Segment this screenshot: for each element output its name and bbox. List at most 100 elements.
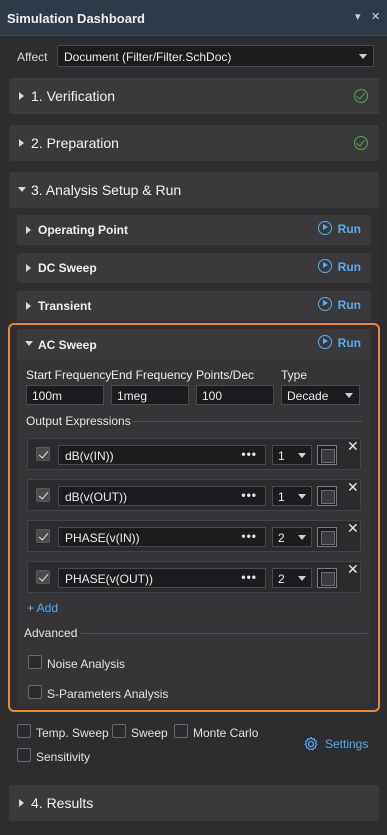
output-expressions-label: Output Expressions bbox=[26, 414, 131, 428]
analysis-dc-sweep[interactable]: DC Sweep Run bbox=[17, 253, 371, 283]
monte-carlo-label: Monte Carlo bbox=[193, 726, 259, 740]
expression-enable-checkbox[interactable] bbox=[36, 529, 50, 543]
more-icon[interactable]: ••• bbox=[241, 488, 257, 502]
expand-icon bbox=[19, 92, 24, 100]
remove-expression-icon[interactable]: ✕ bbox=[347, 520, 359, 537]
color-swatch[interactable] bbox=[317, 527, 337, 547]
analysis-title: DC Sweep bbox=[38, 261, 97, 275]
remove-expression-icon[interactable]: ✕ bbox=[347, 438, 359, 455]
affect-select[interactable]: Document (Filter/Filter.SchDoc) bbox=[57, 45, 374, 67]
run-button[interactable]: Run bbox=[317, 297, 361, 312]
plot-number-select[interactable]: 2 bbox=[272, 527, 312, 547]
analysis-title: Operating Point bbox=[38, 223, 128, 237]
play-icon bbox=[317, 335, 332, 349]
run-button[interactable]: Run bbox=[317, 259, 361, 274]
advanced-label: Advanced bbox=[24, 626, 78, 640]
plot-number: 2 bbox=[278, 572, 285, 586]
run-button[interactable]: Run bbox=[317, 221, 361, 236]
analysis-title: AC Sweep bbox=[38, 338, 97, 352]
chevron-down-icon bbox=[298, 535, 306, 540]
section-results[interactable]: 4. Results bbox=[9, 785, 379, 821]
analysis-operating-point[interactable]: Operating Point Run bbox=[17, 215, 371, 245]
expression-text: PHASE(v(IN)) bbox=[65, 531, 140, 545]
analysis-transient[interactable]: Transient Run bbox=[17, 291, 371, 321]
plot-number-select[interactable]: 2 bbox=[272, 568, 312, 588]
expression-row: dB(v(IN)) ••• 1 bbox=[27, 438, 361, 470]
expression-enable-checkbox[interactable] bbox=[36, 447, 50, 461]
run-button[interactable]: Run bbox=[317, 335, 361, 350]
expand-icon bbox=[19, 799, 24, 807]
run-label: Run bbox=[337, 222, 361, 236]
collapse-icon bbox=[18, 187, 26, 192]
chevron-down-icon bbox=[298, 453, 306, 458]
pin-dropdown-icon[interactable]: ▾ bbox=[355, 10, 361, 23]
expand-icon bbox=[26, 302, 31, 310]
section-preparation[interactable]: 2. Preparation bbox=[9, 125, 379, 161]
noise-analysis-label: Noise Analysis bbox=[47, 657, 126, 671]
play-icon bbox=[317, 297, 332, 311]
color-swatch[interactable] bbox=[317, 445, 337, 465]
collapse-icon bbox=[25, 341, 33, 346]
more-icon[interactable]: ••• bbox=[241, 529, 257, 543]
noise-analysis-checkbox[interactable] bbox=[28, 655, 42, 669]
remove-expression-icon[interactable]: ✕ bbox=[347, 479, 359, 496]
section-verification[interactable]: 1. Verification bbox=[9, 78, 379, 114]
divider bbox=[132, 421, 362, 422]
affect-label: Affect bbox=[17, 50, 48, 64]
end-frequency-input[interactable]: 1meg bbox=[111, 385, 189, 405]
sweep-label: Sweep bbox=[131, 726, 168, 740]
expression-input[interactable]: dB(v(IN)) ••• bbox=[58, 445, 266, 465]
points-dec-label: Points/Dec bbox=[196, 368, 255, 382]
check-circle-icon bbox=[354, 136, 368, 150]
settings-label: Settings bbox=[325, 737, 369, 751]
expression-input[interactable]: PHASE(v(OUT)) ••• bbox=[58, 568, 266, 588]
section-title: 2. Preparation bbox=[31, 135, 119, 151]
divider bbox=[81, 633, 367, 634]
run-label: Run bbox=[337, 336, 361, 350]
temp-sweep-label: Temp. Sweep bbox=[36, 726, 109, 740]
expression-text: PHASE(v(OUT)) bbox=[65, 572, 153, 586]
expression-row: PHASE(v(IN)) ••• 2 bbox=[27, 520, 361, 552]
type-select[interactable]: Decade bbox=[281, 385, 360, 405]
expression-enable-checkbox[interactable] bbox=[36, 488, 50, 502]
more-icon[interactable]: ••• bbox=[241, 447, 257, 461]
s-parameters-checkbox[interactable] bbox=[28, 685, 42, 699]
section-title: 1. Verification bbox=[31, 88, 116, 104]
play-icon bbox=[317, 221, 332, 235]
plot-number: 2 bbox=[278, 531, 285, 545]
plot-number-select[interactable]: 1 bbox=[272, 486, 312, 506]
color-swatch[interactable] bbox=[317, 486, 337, 506]
expression-input[interactable]: PHASE(v(IN)) ••• bbox=[58, 527, 266, 547]
section-analysis-setup[interactable]: 3. Analysis Setup & Run bbox=[9, 172, 379, 208]
analysis-title: Transient bbox=[38, 299, 92, 313]
section-title: 3. Analysis Setup & Run bbox=[31, 182, 182, 198]
run-label: Run bbox=[337, 260, 361, 274]
plot-number-select[interactable]: 1 bbox=[272, 445, 312, 465]
temp-sweep-checkbox[interactable] bbox=[17, 724, 31, 738]
points-dec-input[interactable]: 100 bbox=[196, 385, 274, 405]
sweep-checkbox[interactable] bbox=[112, 724, 126, 738]
expression-enable-checkbox[interactable] bbox=[36, 570, 50, 584]
chevron-down-icon bbox=[298, 576, 306, 581]
expand-icon bbox=[26, 226, 31, 234]
close-icon[interactable]: ✕ bbox=[371, 10, 380, 23]
type-value: Decade bbox=[287, 389, 329, 403]
chevron-down-icon bbox=[345, 393, 353, 398]
expression-text: dB(v(IN)) bbox=[65, 449, 114, 463]
analysis-ac-sweep-header[interactable]: AC Sweep Run bbox=[17, 329, 371, 359]
expand-icon bbox=[26, 264, 31, 272]
section-title: 4. Results bbox=[31, 795, 94, 811]
s-parameters-label: S-Parameters Analysis bbox=[47, 687, 169, 701]
add-expression-button[interactable]: + Add bbox=[27, 601, 58, 615]
start-frequency-input[interactable]: 100m bbox=[26, 385, 104, 405]
title-bar: Simulation Dashboard ▾ ✕ bbox=[0, 0, 387, 36]
sensitivity-label: Sensitivity bbox=[36, 750, 91, 764]
expression-input[interactable]: dB(v(OUT)) ••• bbox=[58, 486, 266, 506]
more-icon[interactable]: ••• bbox=[241, 570, 257, 584]
monte-carlo-checkbox[interactable] bbox=[174, 724, 188, 738]
sensitivity-checkbox[interactable] bbox=[17, 748, 31, 762]
color-swatch[interactable] bbox=[317, 568, 337, 588]
gear-icon bbox=[304, 736, 318, 751]
remove-expression-icon[interactable]: ✕ bbox=[347, 561, 359, 578]
expression-row: dB(v(OUT)) ••• 1 bbox=[27, 479, 361, 511]
